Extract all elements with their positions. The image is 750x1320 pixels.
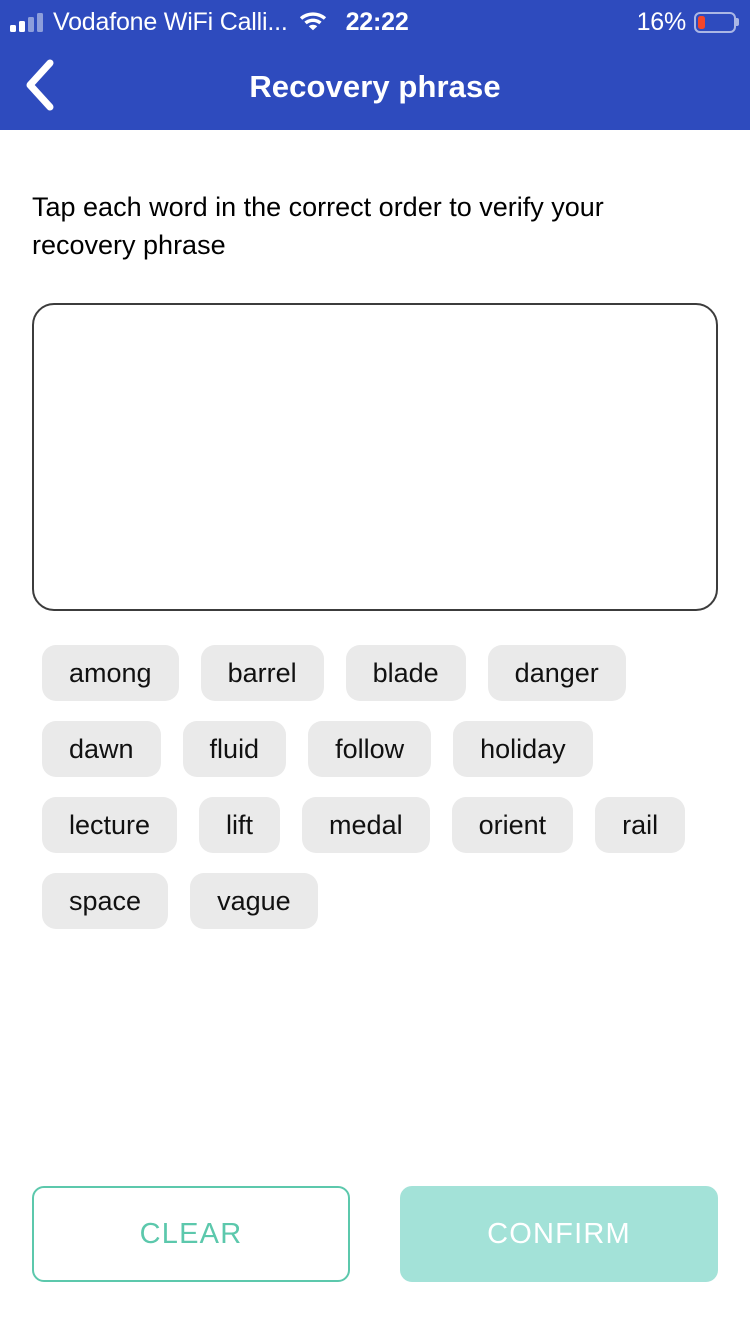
clear-button[interactable]: CLEAR bbox=[32, 1186, 350, 1282]
word-chip[interactable]: medal bbox=[302, 797, 430, 853]
word-chip[interactable]: fluid bbox=[182, 721, 287, 777]
status-bar-right: 16% bbox=[636, 7, 739, 37]
word-chip[interactable]: dawn bbox=[42, 721, 161, 777]
clock-label: 22:22 bbox=[345, 7, 409, 36]
page-title: Recovery phrase bbox=[249, 69, 501, 104]
confirm-button[interactable]: CONFIRM bbox=[400, 1186, 718, 1282]
word-chip[interactable]: follow bbox=[308, 721, 432, 777]
instruction-text: Tap each word in the correct order to ve… bbox=[32, 192, 604, 260]
status-bar: Vodafone WiFi Calli... 22:22 16% bbox=[0, 0, 750, 44]
carrier-label: Vodafone WiFi Calli... bbox=[53, 7, 288, 36]
word-chip[interactable]: orient bbox=[451, 797, 574, 853]
word-chip[interactable]: danger bbox=[487, 645, 626, 701]
word-chip[interactable]: rail bbox=[595, 797, 686, 853]
selected-phrase-box[interactable] bbox=[32, 303, 718, 611]
footer-actions: CLEAR CONFIRM bbox=[0, 1186, 750, 1320]
word-chip[interactable]: blade bbox=[345, 645, 466, 701]
chevron-left-icon bbox=[23, 59, 55, 116]
wifi-icon bbox=[298, 9, 328, 36]
back-button[interactable] bbox=[8, 56, 70, 118]
signal-bars-icon bbox=[10, 12, 43, 32]
main-content: Tap each word in the correct order to ve… bbox=[0, 130, 750, 1186]
recovery-phrase-screen: Vodafone WiFi Calli... 22:22 16% Recover… bbox=[0, 0, 750, 1320]
word-bank: among barrel blade danger dawn fluid follow hol… bbox=[32, 645, 718, 1186]
word-chip[interactable]: barrel bbox=[200, 645, 324, 701]
word-chip[interactable]: lecture bbox=[42, 797, 178, 853]
word-chip[interactable]: among bbox=[42, 645, 179, 701]
nav-bar: Recovery phrase bbox=[0, 44, 750, 130]
battery-low-icon bbox=[694, 11, 739, 33]
word-chip[interactable]: holiday bbox=[453, 721, 593, 777]
status-bar-left: Vodafone WiFi Calli... 22:22 bbox=[10, 8, 637, 37]
word-chip[interactable]: vague bbox=[190, 873, 318, 929]
word-chip[interactable]: lift bbox=[199, 797, 281, 853]
word-chip[interactable]: space bbox=[42, 873, 169, 929]
battery-percent-label: 16% bbox=[636, 7, 687, 36]
